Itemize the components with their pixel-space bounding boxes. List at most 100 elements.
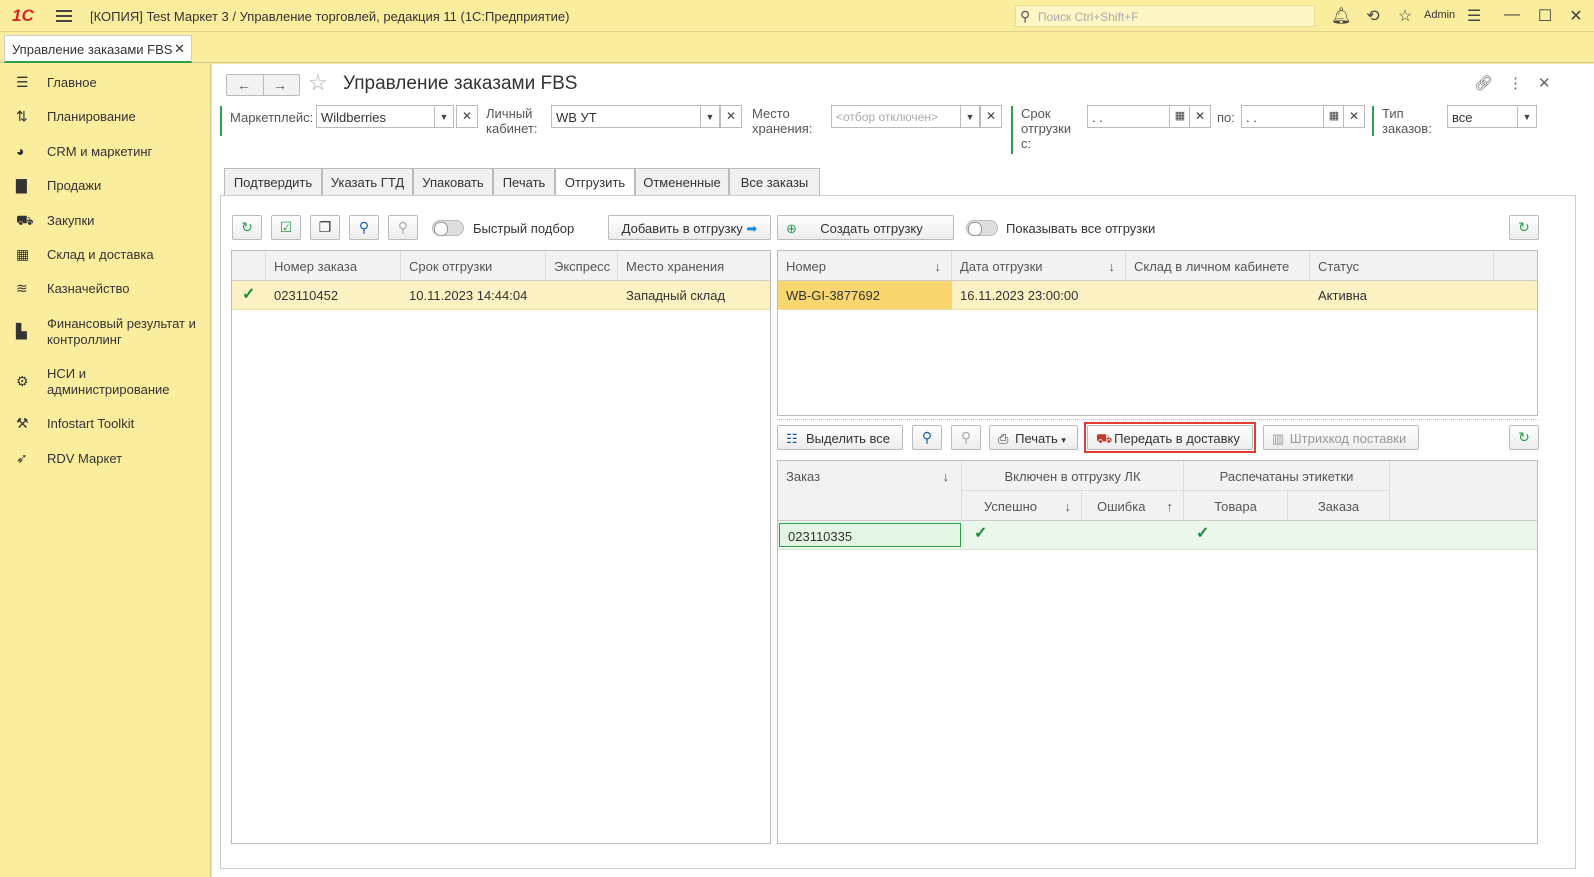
ship-to-calendar-icon[interactable]: ▦ <box>1323 105 1345 128</box>
close-form-icon[interactable]: ✕ <box>1538 74 1551 92</box>
select-all-label: Выделить все <box>805 431 891 446</box>
planning-icon: ⇅ <box>16 108 28 124</box>
chevron-down-icon: ▾ <box>1061 435 1066 445</box>
pie-chart-icon: ◕ <box>16 143 25 159</box>
clear-search-icon[interactable]: ⚲ <box>388 215 418 240</box>
plus-circle-icon: ⊕ <box>786 221 797 236</box>
storage-field[interactable]: <отбор отключен> <box>831 105 963 128</box>
col-ship-date[interactable]: Дата отгрузки ↓ <box>952 251 1126 280</box>
search-icon[interactable]: ⚲ <box>349 215 379 240</box>
cell-status: Активна <box>1318 288 1368 303</box>
col-success-label: Успешно <box>984 499 1037 514</box>
col-goods[interactable]: Товара <box>1184 491 1288 521</box>
copy-icon[interactable]: ❐ <box>310 215 340 240</box>
order-type-dropdown-icon[interactable]: ▼ <box>1517 105 1537 128</box>
col-order-printed[interactable]: Заказа <box>1288 491 1390 521</box>
cabinet-dropdown-icon[interactable]: ▼ <box>700 105 720 128</box>
barcode-button[interactable]: ▥ Штрихкод поставки <box>1263 425 1419 450</box>
back-arrow-icon[interactable]: ← <box>237 77 251 93</box>
col-ship-number-label: Номер <box>786 259 827 274</box>
show-all-toggle[interactable] <box>966 220 998 236</box>
ship-to-clear-icon[interactable]: ✕ <box>1343 105 1365 128</box>
global-search-input[interactable]: ⚲ Поиск Ctrl+Shift+F <box>1015 5 1315 27</box>
goods-check-icon: ✓ <box>1196 525 1210 542</box>
cell-ship-number: WB-GI-3877692 <box>786 288 880 303</box>
order-type-label: Тип заказов: <box>1382 106 1432 136</box>
col-order-number[interactable]: Номер заказа <box>266 251 401 280</box>
col-express[interactable]: Экспресс <box>546 251 618 280</box>
more-actions-icon[interactable]: ⋮ <box>1508 74 1523 92</box>
maximize-icon[interactable]: ☐ <box>1535 6 1555 26</box>
storage-dropdown-icon[interactable]: ▼ <box>960 105 980 128</box>
col-ship-number[interactable]: Номер ↓ <box>778 251 952 280</box>
forward-arrow-icon[interactable]: → <box>273 77 287 93</box>
refresh-icon[interactable]: ↻ <box>232 215 262 240</box>
cabinet-field[interactable]: WB УТ <box>551 105 703 128</box>
favorite-star-icon[interactable]: ☆ <box>308 70 328 96</box>
sidebar-item-label: Казначейство <box>47 281 130 296</box>
col-status[interactable]: Статус <box>1310 251 1494 280</box>
sort-down-icon: ↓ <box>942 469 950 484</box>
tab-canceled[interactable]: Отмененные <box>635 168 729 196</box>
sidebar-item-label: Продажи <box>47 178 102 193</box>
order-type-field[interactable]: все <box>1447 105 1519 128</box>
search-placeholder: Поиск Ctrl+Shift+F <box>1038 10 1139 24</box>
check-all-icon[interactable]: ☑ <box>271 215 301 240</box>
create-shipment-button[interactable]: ⊕ Создать отгрузку <box>777 215 954 240</box>
ship-to-field[interactable]: . . <box>1241 105 1325 128</box>
sidebar: ☰ Главное ⇅ Планирование ◕ CRM и маркетинг … <box>0 64 211 877</box>
clear-search-orders-icon[interactable]: ⚲ <box>951 425 981 450</box>
main-menu-icon[interactable] <box>56 8 72 24</box>
marketplace-field[interactable]: Wildberries <box>316 105 437 128</box>
history-icon[interactable]: ⟲ <box>1363 6 1383 26</box>
search-orders-icon[interactable]: ⚲ <box>912 425 942 450</box>
add-to-shipment-button[interactable]: Добавить в отгрузку ➡ <box>608 215 771 240</box>
cabinet-clear-icon[interactable]: ✕ <box>720 105 742 128</box>
highlight-frame <box>1084 422 1256 453</box>
col-storage[interactable]: Место хранения <box>618 251 770 280</box>
link-icon[interactable]: 🔗︎ <box>1474 74 1493 92</box>
storage-clear-icon[interactable]: ✕ <box>980 105 1002 128</box>
ship-from-calendar-icon[interactable]: ▦ <box>1169 105 1191 128</box>
col-labels-group: Распечатаны этикетки <box>1184 461 1390 491</box>
splitter[interactable] <box>777 419 1538 420</box>
table-row[interactable]: 023110335 ✓ ✓ <box>778 521 1537 550</box>
col-lk-warehouse[interactable]: Склад в личном кабинете <box>1126 251 1310 280</box>
ship-from-clear-icon[interactable]: ✕ <box>1189 105 1211 128</box>
window-tab-fbs[interactable]: Управление заказами FBS ✕ <box>4 35 192 63</box>
user-name[interactable]: Admin <box>1424 9 1455 21</box>
close-window-icon[interactable]: ✕ <box>1566 6 1586 26</box>
print-button[interactable]: ⎙ Печать ▾ <box>989 425 1078 450</box>
tab-print[interactable]: Печать <box>493 168 555 196</box>
refresh-shipments-icon[interactable]: ↻ <box>1509 215 1539 240</box>
cell-order[interactable]: 023110335 <box>779 523 961 547</box>
sidebar-item-label: CRM и маркетинг <box>47 144 153 159</box>
shipment-orders-table: Заказ ↓ Включен в отгрузку ЛК Успешно ↓ Ош… <box>777 460 1538 844</box>
select-all-button[interactable]: ☷ Выделить все <box>777 425 903 450</box>
col-deadline[interactable]: Срок отгрузки <box>401 251 546 280</box>
tab-confirm[interactable]: Подтвердить <box>224 168 322 196</box>
marketplace-dropdown-icon[interactable]: ▼ <box>434 105 454 128</box>
close-tab-icon[interactable]: ✕ <box>174 41 185 57</box>
tab-pack[interactable]: Упаковать <box>413 168 493 196</box>
minimize-icon[interactable]: — <box>1502 6 1522 24</box>
form-title: Управление заказами FBS <box>343 73 578 94</box>
app-title: [КОПИЯ] Test Маркет 3 / Управление торго… <box>90 9 570 24</box>
refresh-orders-icon[interactable]: ↻ <box>1509 425 1539 450</box>
title-bar: 1С [КОПИЯ] Test Маркет 3 / Управление то… <box>0 0 1594 32</box>
settings-lines-icon[interactable]: ☰ <box>1464 6 1484 26</box>
favorites-star-icon[interactable]: ☆ <box>1395 6 1415 26</box>
tab-gtd[interactable]: Указать ГТД <box>322 168 413 196</box>
marketplace-clear-icon[interactable]: ✕ <box>456 105 478 128</box>
col-success[interactable]: Успешно ↓ <box>962 491 1082 521</box>
col-order[interactable]: Заказ ↓ <box>778 461 962 521</box>
tab-ship[interactable]: Отгрузить <box>555 168 635 197</box>
ship-from-field[interactable]: . . <box>1087 105 1171 128</box>
row-check-icon[interactable]: ✓ <box>234 281 255 309</box>
col-error[interactable]: Ошибка ↑ <box>1082 491 1184 521</box>
tab-all-orders[interactable]: Все заказы <box>729 168 820 196</box>
bell-icon[interactable]: 🔔︎ <box>1331 6 1351 26</box>
table-row[interactable]: ✓ 023110452 10.11.2023 14:44:04 Западный… <box>232 281 770 310</box>
table-row[interactable]: WB-GI-3877692 16.11.2023 23:00:00 Активн… <box>778 281 1537 310</box>
quick-select-toggle[interactable] <box>432 220 464 236</box>
